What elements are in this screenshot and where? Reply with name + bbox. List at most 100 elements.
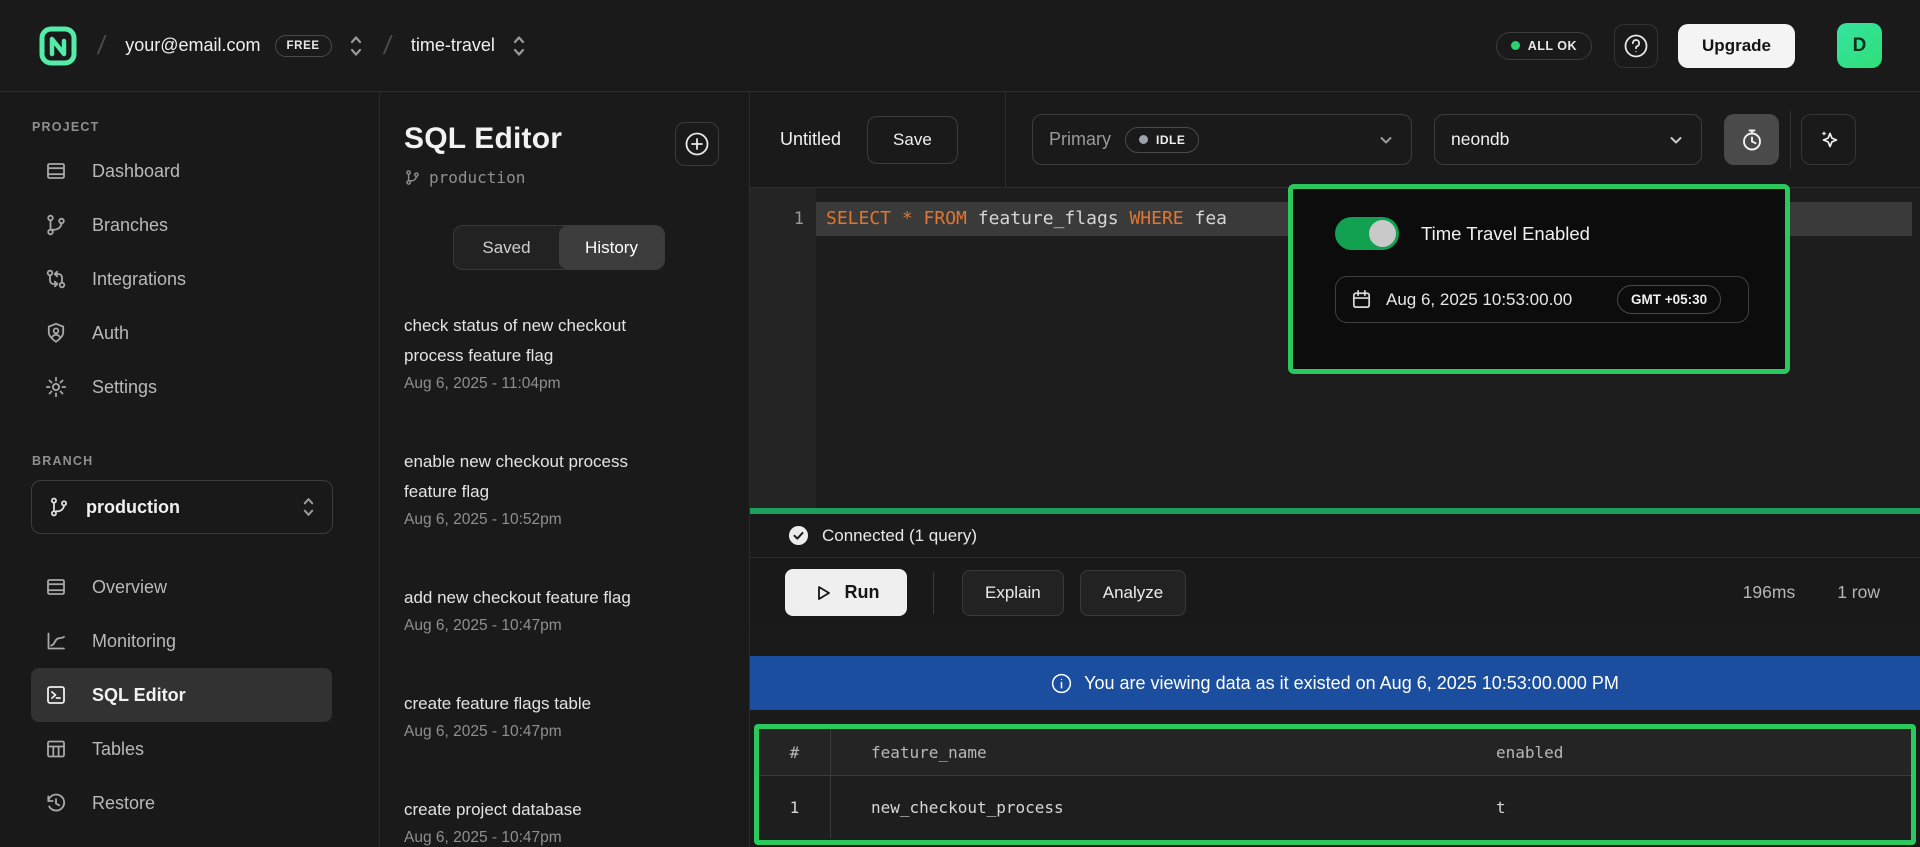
- new-query-button[interactable]: [675, 122, 719, 166]
- column-header-index: #: [759, 729, 831, 775]
- history-item-date: Aug 6, 2025 - 10:52pm: [404, 507, 725, 533]
- compute-select-value: Primary: [1049, 129, 1111, 150]
- branch-selector-value: production: [86, 497, 285, 518]
- sparkles-icon: [1815, 126, 1843, 154]
- time-travel-datetime-input[interactable]: Aug 6, 2025 10:53:00.00 GMT +05:30: [1335, 276, 1749, 323]
- toggle-knob: [1369, 220, 1396, 247]
- sql-identifier: feature_flags: [978, 208, 1130, 229]
- compute-select[interactable]: Primary IDLE: [1032, 114, 1412, 165]
- sidebar-item-restore[interactable]: Restore: [0, 776, 379, 830]
- play-icon: [813, 583, 833, 603]
- integrations-icon: [44, 267, 68, 291]
- account-switcher-chevrons-icon[interactable]: [348, 33, 364, 59]
- sql-operator: *: [902, 208, 924, 229]
- sidebar-item-sql-editor[interactable]: SQL Editor: [31, 668, 332, 722]
- sidebar-item-label: Auth: [92, 323, 129, 344]
- chevron-down-icon: [1377, 131, 1395, 149]
- status-dot-icon: [1511, 41, 1520, 50]
- run-button[interactable]: Run: [785, 569, 907, 616]
- project-section-label: PROJECT: [0, 120, 379, 134]
- idle-dot-icon: [1139, 135, 1148, 144]
- project-switcher-chevrons-icon[interactable]: [511, 33, 527, 59]
- monitoring-chart-icon: [44, 629, 68, 653]
- history-item[interactable]: create project database Aug 6, 2025 - 10…: [404, 795, 725, 847]
- sidebar-item-label: Settings: [92, 377, 157, 398]
- history-item-title: create feature flags table: [404, 689, 667, 719]
- sidebar-item-tables[interactable]: Tables: [0, 722, 379, 776]
- history-item[interactable]: add new checkout feature flag Aug 6, 202…: [404, 583, 725, 639]
- branches-icon: [44, 213, 68, 237]
- tab-saved[interactable]: Saved: [454, 226, 559, 269]
- query-duration: 196ms: [1743, 582, 1796, 603]
- sidebar-item-label: Tables: [92, 739, 144, 760]
- history-item[interactable]: enable new checkout process feature flag…: [404, 447, 725, 533]
- results-table-header: # feature_name enabled: [759, 729, 1911, 776]
- sql-keyword: WHERE: [1129, 208, 1194, 229]
- sidebar-item-branches[interactable]: Branches: [0, 198, 379, 252]
- sql-editor-panel: SQL Editor production Saved History chec…: [380, 92, 750, 847]
- stopwatch-icon: [1739, 127, 1765, 153]
- history-item-title: check status of new checkout process fea…: [404, 311, 667, 371]
- dashboard-icon: [44, 159, 68, 183]
- sidebar-item-label: Monitoring: [92, 631, 176, 652]
- branch-section-label: BRANCH: [0, 454, 379, 468]
- cell-row-index: 1: [759, 776, 831, 838]
- saved-history-tabs: Saved History: [453, 225, 665, 270]
- database-select[interactable]: neondb: [1434, 114, 1702, 165]
- history-item[interactable]: create feature flags table Aug 6, 2025 -…: [404, 689, 725, 745]
- chevron-up-down-icon: [301, 495, 316, 519]
- sidebar-item-label: Integrations: [92, 269, 186, 290]
- history-item-date: Aug 6, 2025 - 10:47pm: [404, 719, 725, 745]
- time-travel-toggle[interactable]: [1335, 217, 1399, 250]
- sidebar-item-settings[interactable]: Settings: [0, 360, 379, 414]
- help-button[interactable]: [1614, 24, 1658, 68]
- actions-divider: [933, 572, 934, 614]
- database-select-value: neondb: [1451, 129, 1667, 150]
- sidebar: PROJECT Dashboard Branches Integrations: [0, 92, 380, 847]
- breadcrumb-slash-icon: /: [96, 30, 108, 61]
- sidebar-item-overview[interactable]: Overview: [0, 560, 379, 614]
- account-breadcrumb[interactable]: your@email.com: [125, 35, 260, 56]
- run-button-label: Run: [845, 582, 880, 603]
- history-item-date: Aug 6, 2025 - 10:47pm: [404, 613, 725, 639]
- query-tab-title[interactable]: Untitled: [780, 129, 841, 150]
- cell-enabled: t: [1496, 798, 1911, 817]
- timezone-badge[interactable]: GMT +05:30: [1617, 285, 1721, 314]
- history-list: check status of new checkout process fea…: [404, 311, 725, 847]
- branch-selector[interactable]: production: [31, 480, 333, 534]
- connection-status-text: Connected (1 query): [822, 526, 977, 546]
- sidebar-item-auth[interactable]: Auth: [0, 306, 379, 360]
- status-badge[interactable]: ALL OK: [1496, 32, 1592, 60]
- datetime-value: Aug 6, 2025 10:53:00.00: [1386, 290, 1604, 310]
- check-circle-icon: [788, 525, 809, 546]
- analyze-button[interactable]: Analyze: [1080, 570, 1186, 616]
- toolbar-divider: [1790, 111, 1791, 169]
- tab-history[interactable]: History: [559, 226, 664, 269]
- plan-badge: FREE: [275, 35, 332, 57]
- panel-branch: production: [404, 168, 725, 187]
- time-travel-popup: Time Travel Enabled Aug 6, 2025 10:53:00…: [1288, 184, 1790, 374]
- ai-assist-button[interactable]: [1801, 114, 1856, 165]
- auth-shield-icon: [44, 321, 68, 345]
- breadcrumb-slash-icon: /: [381, 30, 393, 61]
- sidebar-item-monitoring[interactable]: Monitoring: [0, 614, 379, 668]
- project-breadcrumb[interactable]: time-travel: [411, 35, 495, 56]
- neon-logo-icon[interactable]: [38, 25, 78, 67]
- status-text: ALL OK: [1528, 39, 1577, 53]
- query-actions-bar: Run Explain Analyze 196ms 1 row: [750, 558, 1920, 627]
- explain-button[interactable]: Explain: [962, 570, 1064, 616]
- upgrade-button[interactable]: Upgrade: [1678, 24, 1795, 68]
- time-travel-button[interactable]: [1724, 114, 1779, 165]
- history-item-title: create project database: [404, 795, 667, 825]
- sidebar-item-integrations[interactable]: Integrations: [0, 252, 379, 306]
- row-count: 1 row: [1837, 582, 1880, 603]
- save-button[interactable]: Save: [867, 116, 958, 164]
- avatar[interactable]: D: [1837, 23, 1882, 68]
- column-header-enabled: enabled: [1496, 743, 1911, 762]
- sidebar-item-label: SQL Editor: [92, 685, 186, 706]
- line-number: 1: [750, 202, 804, 236]
- history-item[interactable]: check status of new checkout process fea…: [404, 311, 725, 397]
- time-travel-toggle-label: Time Travel Enabled: [1421, 223, 1590, 245]
- sidebar-item-dashboard[interactable]: Dashboard: [0, 144, 379, 198]
- info-icon: [1051, 673, 1072, 694]
